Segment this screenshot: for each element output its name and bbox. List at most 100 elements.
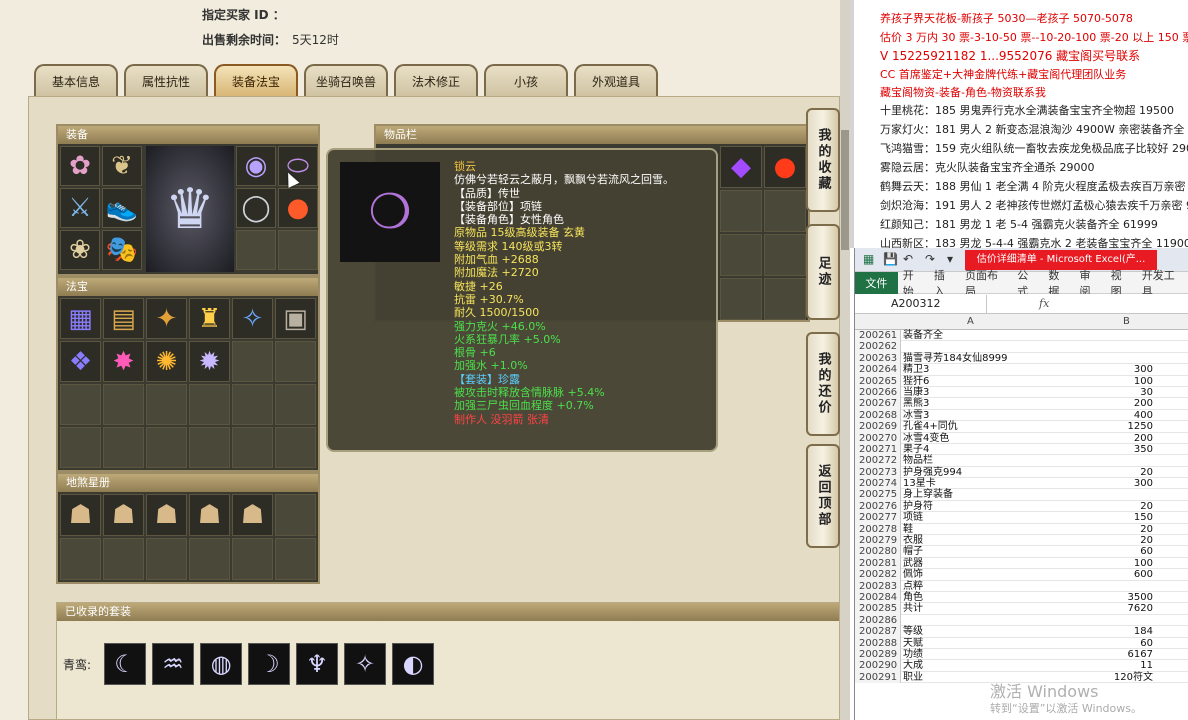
cell-b[interactable]: 7620 xyxy=(1103,603,1153,614)
suit-item-icon[interactable]: ◐ xyxy=(392,643,435,685)
row-number[interactable]: 200274 xyxy=(855,478,901,490)
footprint-button[interactable]: 足迹 xyxy=(806,224,840,320)
column-b-header[interactable]: B xyxy=(1123,316,1130,327)
cell-b[interactable]: 400 xyxy=(1103,410,1153,421)
cell-b[interactable]: 200 xyxy=(1103,433,1153,444)
row-number[interactable]: 200279 xyxy=(855,535,901,547)
equipment-slot[interactable]: 👟 xyxy=(102,188,142,228)
cell-b[interactable]: 20 xyxy=(1103,501,1153,512)
redo-icon[interactable]: ↷ xyxy=(925,252,935,266)
row-number[interactable]: 200271 xyxy=(855,443,901,456)
fabao-slot[interactable]: ▤ xyxy=(103,298,144,339)
item-slot-empty[interactable] xyxy=(720,278,762,320)
row-number[interactable]: 200289 xyxy=(855,648,901,661)
zodiac-card[interactable]: ☗ xyxy=(189,494,230,536)
cell-b[interactable]: 20 xyxy=(1103,467,1153,478)
cell-b[interactable]: 30 xyxy=(1103,387,1153,398)
row-number[interactable]: 200273 xyxy=(855,466,901,479)
row-number[interactable]: 200280 xyxy=(855,546,901,558)
row-number[interactable]: 200282 xyxy=(855,569,901,581)
tab-5[interactable]: 小孩 xyxy=(484,64,568,96)
cell-b[interactable]: 1250 xyxy=(1103,421,1153,432)
my-bargain-button[interactable]: 我的还价 xyxy=(806,332,840,436)
cell-a[interactable]: 物品栏 xyxy=(903,455,933,466)
item-slot[interactable]: ◆ xyxy=(720,146,762,188)
cell-b[interactable]: 600 xyxy=(1103,569,1153,580)
row-number[interactable]: 200270 xyxy=(855,432,901,444)
tab-3[interactable]: 坐骑召唤兽 xyxy=(304,64,388,96)
cell-b[interactable]: 3500 xyxy=(1103,592,1153,603)
item-slot-empty[interactable] xyxy=(764,278,806,320)
equipment-slot-empty[interactable] xyxy=(278,230,318,270)
item-slot-empty[interactable] xyxy=(764,234,806,276)
fabao-slot[interactable]: ✦ xyxy=(146,298,187,339)
row-number[interactable]: 200275 xyxy=(855,489,901,501)
fabao-slot[interactable]: ♜ xyxy=(189,298,230,339)
cell-b[interactable]: 100 xyxy=(1103,376,1153,387)
row-number[interactable]: 200264 xyxy=(855,364,901,376)
cell-a[interactable]: 共计 xyxy=(903,603,923,614)
row-number[interactable]: 200269 xyxy=(855,421,901,433)
cell-a[interactable]: 角色 xyxy=(903,592,923,603)
item-slot[interactable]: ● xyxy=(764,146,806,188)
row-number[interactable]: 200266 xyxy=(855,386,901,399)
equipment-slot[interactable]: ● xyxy=(278,188,318,228)
cell-a[interactable]: 13星卡 xyxy=(903,478,936,489)
row-number[interactable]: 200263 xyxy=(855,352,901,365)
fabao-slot-empty[interactable] xyxy=(232,427,273,468)
fabao-slot-empty[interactable] xyxy=(232,384,273,425)
fabao-slot-empty[interactable] xyxy=(275,427,316,468)
zodiac-card[interactable]: ☗ xyxy=(232,494,273,536)
row-number[interactable]: 200261 xyxy=(855,330,901,342)
cell-b[interactable]: 100 xyxy=(1103,558,1153,569)
cell-a[interactable]: 精卫3 xyxy=(903,364,929,375)
cell-b[interactable]: 120符文 xyxy=(1103,672,1153,683)
cell-a[interactable]: 点粹 xyxy=(903,581,923,592)
cell-a[interactable]: 冰雪4变色 xyxy=(903,433,949,444)
fabao-slot-empty[interactable] xyxy=(189,427,230,468)
fabao-slot-empty[interactable] xyxy=(60,384,101,425)
row-number[interactable]: 200265 xyxy=(855,375,901,387)
fabao-slot[interactable]: ▣ xyxy=(275,298,316,339)
zodiac-slot-empty[interactable] xyxy=(146,538,187,580)
equipment-slot[interactable]: ❀ xyxy=(60,230,100,270)
item-slot-empty[interactable] xyxy=(764,190,806,232)
cell-a[interactable]: 鞋 xyxy=(903,524,913,535)
cell-a[interactable]: 猫雪寻芳184女仙8999 xyxy=(903,353,1008,364)
row-number[interactable]: 200278 xyxy=(855,523,901,536)
cell-a[interactable]: 项链 xyxy=(903,512,923,523)
cell-a[interactable]: 当康3 xyxy=(903,387,929,398)
cell-a[interactable]: 佩饰 xyxy=(903,569,923,580)
cell-a[interactable]: 等级 xyxy=(903,626,923,637)
cell-a[interactable]: 装备齐全 xyxy=(903,330,943,341)
cell-a[interactable]: 冰雪3 xyxy=(903,410,929,421)
save-icon[interactable]: 💾 xyxy=(883,252,898,266)
suit-item-icon[interactable]: ♆ xyxy=(296,643,339,685)
cell-a[interactable]: 武器 xyxy=(903,558,923,569)
fabao-slot[interactable]: ❖ xyxy=(60,341,101,382)
cell-b[interactable]: 350 xyxy=(1103,444,1153,455)
fabao-slot[interactable]: ▦ xyxy=(60,298,101,339)
cell-b[interactable]: 184 xyxy=(1103,626,1153,637)
fabao-slot-empty[interactable] xyxy=(103,384,144,425)
item-slot-empty[interactable] xyxy=(720,190,762,232)
cell-a[interactable]: 天赋 xyxy=(903,638,923,649)
name-box[interactable]: A200312 xyxy=(855,294,987,313)
row-number[interactable]: 200286 xyxy=(855,614,901,627)
file-tab[interactable]: 文件 xyxy=(855,271,898,294)
suit-item-icon[interactable]: ◍ xyxy=(200,643,243,685)
suit-item-icon[interactable]: ☾ xyxy=(104,643,147,685)
cell-a[interactable]: 职业 xyxy=(903,672,923,683)
fabao-slot-empty[interactable] xyxy=(275,384,316,425)
fabao-slot-empty[interactable] xyxy=(60,427,101,468)
equipment-slot[interactable]: ❦ xyxy=(102,146,142,186)
row-number[interactable]: 200277 xyxy=(855,512,901,524)
fabao-slot[interactable]: ✺ xyxy=(146,341,187,382)
row-number[interactable]: 200281 xyxy=(855,557,901,570)
row-number[interactable]: 200285 xyxy=(855,603,901,615)
cell-a[interactable]: 帽子 xyxy=(903,546,923,557)
fabao-slot[interactable]: ✸ xyxy=(103,341,144,382)
equipment-slot[interactable]: ✿ xyxy=(60,146,100,186)
cell-b[interactable]: 300 xyxy=(1103,364,1153,375)
zodiac-slot-empty[interactable] xyxy=(189,538,230,580)
